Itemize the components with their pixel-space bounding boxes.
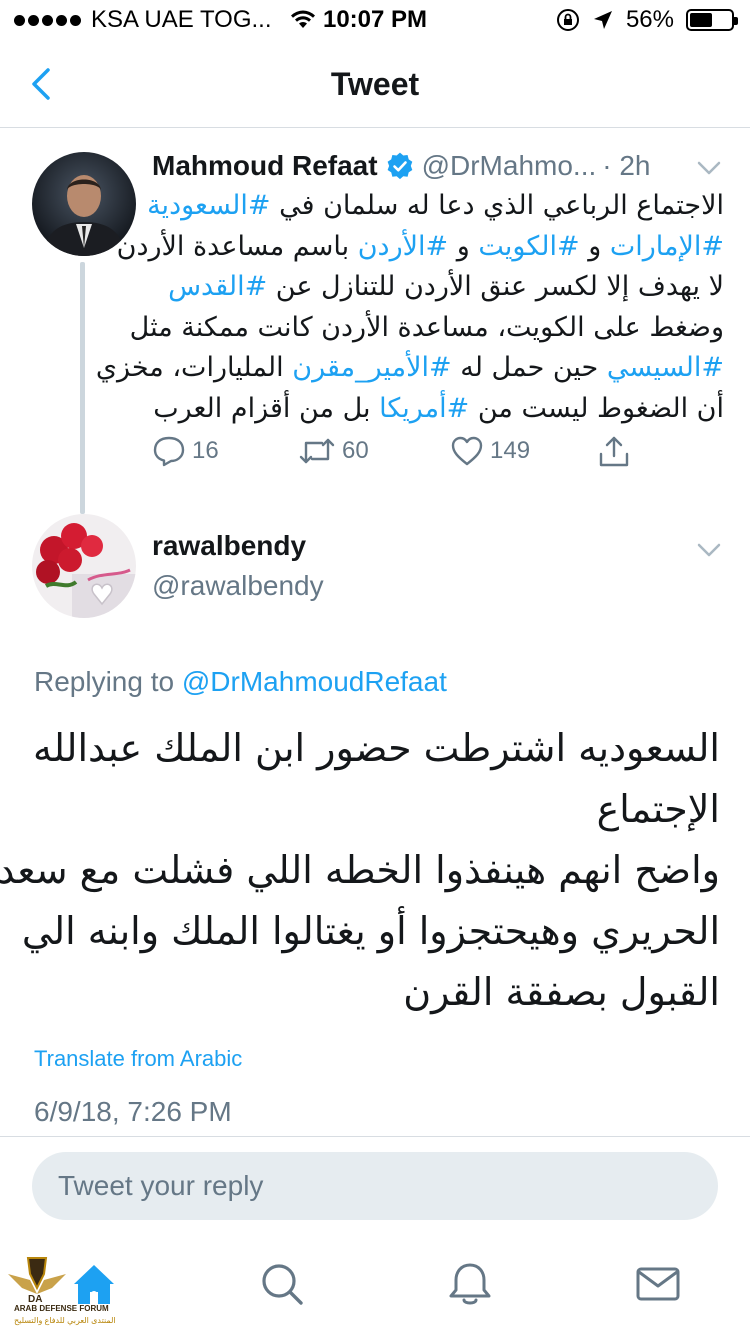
notifications-icon[interactable]	[446, 1260, 494, 1308]
tweet-text-line: الاجتماع الرباعي الذي دعا له سلمان في #ا…	[147, 186, 724, 227]
hashtag-link[interactable]: #الإمارات	[610, 231, 724, 262]
tweet-text-segment: حين حمل له	[451, 352, 607, 383]
retweet-icon	[299, 438, 335, 464]
watermark-text-en: ARAB DEFENSE FORUM	[14, 1304, 109, 1313]
tweet-text-line: أن الضغوط ليست من #أمريكا بل من أقزام ال…	[150, 389, 724, 430]
share-action[interactable]	[596, 434, 638, 470]
reply-icon	[153, 436, 185, 467]
avatar-image	[32, 514, 136, 618]
hashtag-link[interactable]: #الكويت	[478, 231, 579, 262]
verified-badge-icon	[387, 152, 412, 180]
tweet-text-line: لا يهدف إلا لكسر عنق الأردن للتنازل عن #…	[150, 267, 724, 308]
tweet-text-segment: و	[448, 230, 479, 262]
reply-options-chevron-icon[interactable]	[696, 540, 722, 560]
tweet-text-line: #السيسي حين حمل له #الأمير_مقرن المليارا…	[96, 348, 724, 389]
parent-tweet-header: Mahmoud Refaat @DrMahmo... · 2h	[152, 148, 722, 184]
reply-text-line: السعوديه اشترطت حضور ابن الملك عبدالله	[32, 726, 720, 770]
reply-compose-input[interactable]: Tweet your reply	[32, 1152, 718, 1220]
tweet-options-chevron-icon[interactable]	[696, 158, 722, 178]
reply-text-line: الحريري وهيحتجزوا أو يغتالوا الملك وابنه…	[21, 909, 720, 953]
reply-text-line: واضح انهم هينفذوا الخطه اللي فشلت مع سعد	[0, 848, 720, 892]
like-action[interactable]: 149	[450, 434, 530, 468]
page-title: Tweet	[330, 66, 420, 102]
tweet-text-segment: بل من أقزام العرب	[153, 392, 380, 424]
tweet-text-segment: باسم مساعدة الأردن	[116, 230, 358, 262]
hashtag-link[interactable]: #السيسي	[607, 352, 724, 383]
retweet-action[interactable]: 60	[298, 434, 369, 468]
replying-to: Replying to @DrMahmoudRefaat	[34, 666, 447, 698]
tweet-text-segment: أن الضغوط ليست من	[469, 392, 724, 424]
reply-text-line: الإجتماع	[596, 787, 720, 831]
author-name[interactable]: Mahmoud Refaat	[152, 150, 378, 182]
tweet-timestamp: 6/9/18, 7:26 PM	[34, 1096, 232, 1127]
tweet-actions: 16 60 149	[152, 434, 652, 478]
nav-bar: Tweet	[0, 40, 750, 128]
reply-text-line: القبول بصفقة القرن	[403, 970, 720, 1014]
reply-count: 16	[192, 437, 219, 464]
tweet-text-segment: الاجتماع الرباعي الذي دعا له سلمان في	[270, 190, 724, 221]
battery-percent: 56%	[625, 6, 674, 33]
location-arrow-icon	[593, 11, 612, 29]
search-icon[interactable]	[258, 1260, 306, 1308]
avatar-rawalbendy[interactable]	[32, 514, 136, 618]
battery-icon	[686, 9, 738, 31]
author-handle[interactable]: @DrMahmo...	[422, 150, 597, 182]
share-icon	[599, 436, 629, 467]
messages-icon[interactable]	[634, 1260, 682, 1308]
hashtag-link[interactable]: #أمريكا	[379, 393, 469, 424]
watermark-text-ar: المنتدى العربي للدفاع والتسليح	[14, 1316, 116, 1325]
watermark-logo: DA ARAB DEFENSE FORUM المنتدى العربي للد…	[0, 1254, 116, 1334]
reply-author-handle[interactable]: @rawalbendy	[152, 570, 324, 602]
status-bar: KSA UAE TOG... 10:07 PM 56%	[0, 0, 750, 40]
parent-tweet-text: الاجتماع الرباعي الذي دعا له سلمان في #ا…	[96, 186, 724, 430]
divider	[0, 1136, 750, 1137]
reply-tweet-header: rawalbendy @rawalbendy	[152, 530, 324, 602]
like-count: 149	[490, 437, 531, 464]
tweet-text-segment: لا يهدف إلا لكسر عنق الأردن للتنازل عن	[267, 271, 724, 302]
status-right: 56%	[556, 6, 738, 34]
battery-level	[690, 13, 713, 27]
watermark-emblem: DA	[8, 1257, 66, 1305]
translate-link[interactable]: Translate from Arabic	[34, 1046, 242, 1072]
thread-line	[80, 262, 85, 514]
reply-compose-placeholder: Tweet your reply	[58, 1170, 264, 1201]
replying-to-mention[interactable]: @DrMahmoudRefaat	[182, 666, 447, 697]
reply-action[interactable]: 16	[152, 434, 219, 468]
orientation-lock-icon	[556, 9, 579, 31]
reply-tweet-text: السعوديه اشترطت حضور ابن الملك عبدالله ال…	[0, 718, 720, 1023]
hashtag-link[interactable]: #القدس	[168, 271, 267, 302]
tweet-text-segment: المليارات، مخزي	[95, 352, 293, 383]
heart-icon	[451, 436, 483, 466]
tweet-age: · 2h	[602, 150, 651, 181]
hashtag-link[interactable]: #الأردن	[358, 231, 448, 262]
tweet-text-line: وضغط على الكويت، مساعدة الأردن كانت ممكن…	[130, 308, 724, 349]
tweet-text-segment: و	[579, 230, 610, 262]
replying-to-prefix: Replying to	[34, 666, 182, 697]
hashtag-link[interactable]: #السعودية	[147, 190, 270, 221]
tweet-text-segment: وضغط على الكويت، مساعدة الأردن كانت ممكن…	[129, 311, 724, 343]
tweet-text-line: #الإمارات و #الكويت و #الأردن باسم مساعد…	[117, 227, 724, 268]
hashtag-link[interactable]: #الأمير_مقرن	[292, 352, 451, 383]
reply-author-name[interactable]: rawalbendy	[152, 530, 324, 562]
retweet-count: 60	[342, 437, 369, 464]
